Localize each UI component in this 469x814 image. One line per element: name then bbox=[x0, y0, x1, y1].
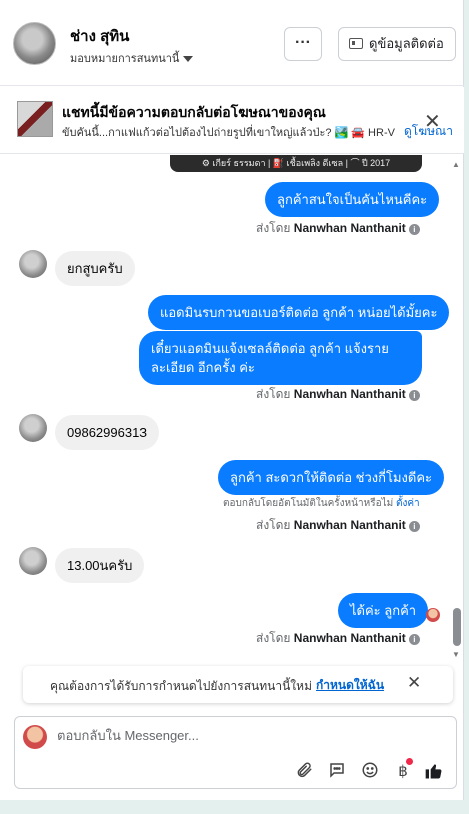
close-icon[interactable]: ✕ bbox=[407, 673, 421, 693]
sent-by-prefix: ส่งโดย bbox=[256, 221, 291, 235]
message-outgoing[interactable]: ลูกค้าสนใจเป็นคันไหนคีคะ bbox=[265, 182, 440, 217]
sender-name: Nanwhan Nanthanit bbox=[293, 631, 406, 645]
reply-composer: ฿ bbox=[14, 716, 457, 789]
contact-avatar-small bbox=[19, 547, 47, 575]
sent-by-label: ส่งโดย Nanwhan Nanthanit i bbox=[256, 219, 420, 238]
auto-reply-text: ตอบกลับโดยอัตโนมัติในครั้งหน้าหรือไม่ bbox=[223, 498, 394, 509]
reply-input[interactable] bbox=[57, 728, 437, 743]
assign-label: มอบหมายการสนทนานี้ bbox=[70, 53, 180, 65]
contact-avatar-small bbox=[19, 414, 47, 442]
contact-name[interactable]: ช่าง สุทิน bbox=[70, 24, 129, 48]
conversation-header: ช่าง สุทิน มอบหมายการสนทนานี้ ··· ดูข้อม… bbox=[0, 0, 464, 86]
sent-by-prefix: ส่งโดย bbox=[256, 387, 291, 401]
message-incoming[interactable]: 13.00นครับ bbox=[55, 548, 145, 583]
assign-to-me-link[interactable]: กำหนดให้ฉัน bbox=[316, 676, 384, 695]
notification-dot bbox=[406, 758, 413, 765]
contact-card-icon bbox=[349, 38, 363, 49]
ad-banner-title: แชทนี้มีข้อความตอบกลับต่อโฆษณาของคุณ bbox=[62, 104, 326, 120]
info-icon[interactable]: i bbox=[408, 224, 420, 235]
sent-by-prefix: ส่งโดย bbox=[256, 518, 291, 532]
message-incoming[interactable]: ยกสูบครับ bbox=[55, 251, 135, 286]
chat-bubble-icon[interactable] bbox=[326, 761, 348, 783]
message-outgoing[interactable]: ลูกค้า สะดวกให้ติดต่อ ช่วงกี่โมงดีคะ bbox=[218, 460, 445, 495]
ad-thumbnail[interactable] bbox=[17, 101, 53, 137]
page-avatar bbox=[23, 725, 47, 749]
more-options-button[interactable]: ··· bbox=[284, 27, 322, 61]
sender-name: Nanwhan Nanthanit bbox=[293, 387, 406, 401]
info-icon[interactable]: i bbox=[408, 521, 420, 532]
conversation-panel: ช่าง สุทิน มอบหมายการสนทนานี้ ··· ดูข้อม… bbox=[0, 0, 464, 800]
contact-avatar-small bbox=[19, 250, 47, 278]
car-spec-strip: ⚙ เกียร์ ธรรมดา | ⛽ เชื้อเพลิง ดีเซล | ⌒… bbox=[170, 155, 422, 172]
sent-by-prefix: ส่งโดย bbox=[256, 631, 291, 645]
sent-by-label: ส่งโดย Nanwhan Nanthanit i bbox=[256, 516, 420, 535]
view-contact-button[interactable]: ดูข้อมูลติดต่อ bbox=[338, 27, 456, 61]
reminder-text: คุณต้องการได้รับการกำหนดไปยังการสนทนานี้… bbox=[50, 679, 312, 693]
sent-by-label: ส่งโดย Nanwhan Nanthanit i bbox=[256, 629, 420, 648]
view-contact-label: ดูข้อมูลติดต่อ bbox=[369, 36, 444, 51]
scrollbar[interactable]: ▲ ▼ bbox=[452, 160, 462, 662]
caret-down-icon bbox=[183, 56, 194, 63]
scroll-down-arrow[interactable]: ▼ bbox=[452, 650, 460, 659]
info-icon[interactable]: i bbox=[408, 390, 420, 401]
auto-reply-note: ตอบกลับโดยอัตโนมัติในครั้งหน้าหรือไม่ ตั… bbox=[223, 496, 420, 511]
sender-name: Nanwhan Nanthanit bbox=[293, 221, 406, 235]
message-list[interactable]: ⚙ เกียร์ ธรรมดา | ⛽ เชื้อเพลิง ดีเซล | ⌒… bbox=[0, 155, 464, 658]
message-outgoing[interactable]: ได้ค่ะ ลูกค้า bbox=[338, 593, 429, 628]
assign-conversation-dropdown[interactable]: มอบหมายการสนทนานี้ bbox=[70, 49, 194, 67]
settings-link[interactable]: ตั้งค่า bbox=[396, 498, 420, 509]
reassign-reminder: คุณต้องการได้รับการกำหนดไปยังการสนทนานี้… bbox=[23, 666, 453, 703]
message-outgoing[interactable]: เดี๋ยวแอดมินแจ้งเซลล์ติดต่อ ลูกค้า แจ้งร… bbox=[139, 331, 422, 385]
sender-name: Nanwhan Nanthanit bbox=[293, 518, 406, 532]
sent-by-label: ส่งโดย Nanwhan Nanthanit i bbox=[256, 385, 420, 404]
scroll-up-arrow[interactable]: ▲ bbox=[452, 160, 460, 169]
seen-avatar bbox=[426, 608, 440, 622]
baht-icon[interactable]: ฿ bbox=[392, 758, 414, 783]
paperclip-icon[interactable] bbox=[293, 761, 315, 783]
close-icon[interactable]: ✕ bbox=[424, 109, 441, 134]
ad-banner-text: ขับคันนี้...กาแฟแก้วต่อไปต้องไปถ่ายรูปที… bbox=[62, 127, 396, 139]
ad-reply-banner: แชทนี้มีข้อความตอบกลับต่อโฆษณาของคุณ ขับ… bbox=[0, 87, 464, 154]
emoji-icon[interactable] bbox=[359, 761, 381, 783]
message-outgoing[interactable]: แอดมินรบกวนขอเบอร์ติดต่อ ลูกค้า หน่อยได้… bbox=[148, 295, 450, 330]
message-incoming[interactable]: 0986299631З bbox=[55, 415, 160, 450]
info-icon[interactable]: i bbox=[408, 634, 420, 645]
contact-avatar[interactable] bbox=[13, 22, 56, 65]
thumbs-up-icon[interactable] bbox=[423, 761, 445, 783]
scrollbar-thumb[interactable] bbox=[453, 608, 461, 646]
